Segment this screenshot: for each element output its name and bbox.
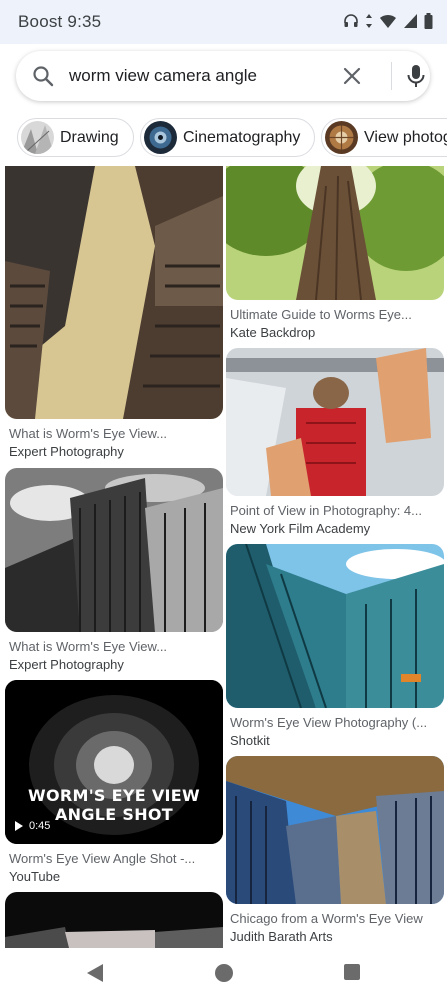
result-image (5, 166, 223, 419)
result-source: Shotkit (230, 733, 270, 748)
result-image: WORM'S EYE VIEW ANGLE SHOT 0:45 (5, 680, 223, 844)
result-card[interactable]: What is Worm's Eye View... Expert Photog… (5, 468, 223, 672)
result-image (226, 756, 444, 904)
recents-icon[interactable] (343, 963, 361, 981)
result-title: What is Worm's Eye View... (9, 426, 168, 441)
chip-label: View photog (364, 128, 447, 146)
result-title: Point of View in Photography: 4... (230, 503, 422, 518)
mic-icon[interactable] (404, 63, 428, 89)
wifi-icon (380, 14, 396, 28)
result-title: Worm's Eye View Angle Shot -... (9, 851, 196, 866)
result-card[interactable]: Ultimate Guide to Worms Eye... Kate Back… (226, 166, 444, 340)
result-title: Chicago from a Worm's Eye View (230, 911, 423, 926)
result-image (5, 892, 223, 948)
result-card[interactable]: Point of View in Photography: 4... New Y… (226, 348, 444, 536)
chip-view-photography[interactable]: View photog (321, 118, 447, 157)
status-bar: Boost 9:35 (0, 0, 447, 44)
chip-drawing[interactable]: Drawing (17, 118, 134, 157)
data-arrows-icon (366, 14, 372, 28)
status-icons (343, 13, 433, 29)
back-icon[interactable] (86, 963, 104, 983)
result-source: Judith Barath Arts (230, 929, 333, 944)
carrier-label: Boost (18, 12, 63, 31)
result-source: New York Film Academy (230, 521, 371, 536)
clear-icon[interactable] (340, 64, 364, 88)
result-title: Worm's Eye View Photography (... (230, 715, 428, 730)
chip-thumbnail (21, 121, 54, 154)
home-icon[interactable] (214, 963, 234, 983)
battery-icon (424, 13, 433, 29)
chip-label: Drawing (60, 128, 119, 146)
filter-chips: Drawing Cinematography View photog (0, 116, 447, 160)
search-icon[interactable] (31, 64, 55, 88)
search-bar[interactable]: worm view camera angle (16, 51, 430, 101)
result-card[interactable]: Worm's Eye View Photography (... Shotkit (226, 544, 444, 748)
chip-thumbnail (144, 121, 177, 154)
chip-thumbnail (325, 121, 358, 154)
result-image (226, 348, 444, 496)
result-card[interactable]: What is Worm's Eye View... Expert Photog… (5, 166, 223, 459)
result-card[interactable]: WORM'S EYE VIEW ANGLE SHOT 0:45 Worm's E… (5, 680, 223, 884)
result-source: YouTube (9, 869, 61, 884)
carrier-time: Boost 9:35 (18, 12, 101, 32)
result-card[interactable]: Chicago from a Worm's Eye View Judith Ba… (226, 756, 444, 944)
search-input[interactable]: worm view camera angle (69, 66, 257, 86)
duration-label: 0:45 (29, 820, 51, 832)
results-grid: What is Worm's Eye View... Expert Photog… (0, 166, 447, 948)
result-source: Expert Photography (9, 657, 124, 672)
headphones-icon (344, 14, 358, 27)
result-image (226, 166, 444, 300)
video-duration: 0:45 (15, 820, 50, 832)
cell-signal-icon (404, 14, 417, 28)
video-overlay-title: WORM'S EYE VIEW ANGLE SHOT (28, 786, 200, 824)
result-source: Kate Backdrop (230, 325, 316, 340)
chip-label: Cinematography (183, 128, 301, 146)
play-icon (15, 821, 23, 831)
result-title: Ultimate Guide to Worms Eye... (230, 307, 412, 322)
search-divider (391, 62, 392, 90)
chip-cinematography[interactable]: Cinematography (140, 118, 316, 157)
result-source: Expert Photography (9, 444, 124, 459)
result-image (5, 468, 223, 632)
result-title: What is Worm's Eye View... (9, 639, 168, 654)
system-nav-bar (0, 948, 447, 1000)
result-card[interactable] (5, 892, 223, 948)
clock: 9:35 (67, 12, 102, 31)
result-image (226, 544, 444, 708)
